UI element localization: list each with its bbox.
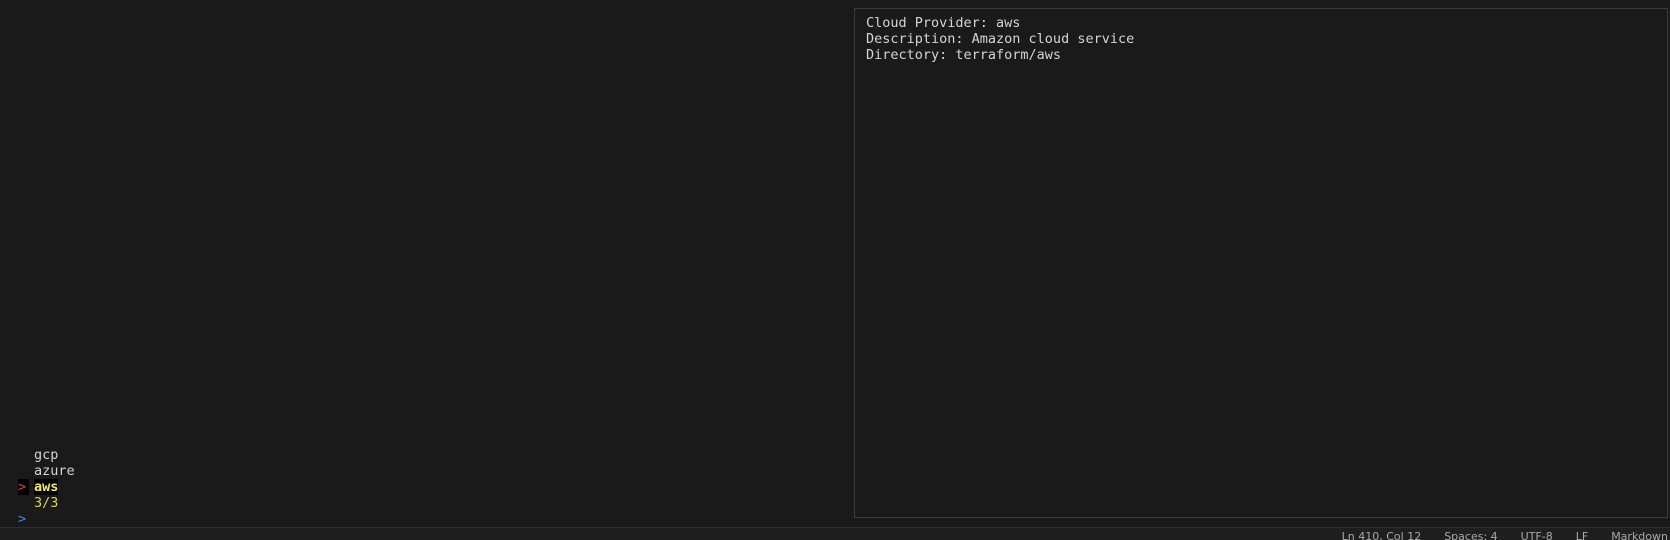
cursor-position[interactable]: Ln 410, Col 12: [1340, 531, 1424, 540]
preview-description-line: Description: Amazon cloud service: [866, 31, 1135, 47]
indentation-setting[interactable]: Spaces: 4: [1442, 531, 1499, 540]
language-mode[interactable]: Markdown: [1609, 531, 1670, 540]
match-count: 3/3: [34, 495, 59, 511]
list-item-aws-selected[interactable]: aws: [34, 479, 59, 495]
encoding-setting[interactable]: UTF-8: [1519, 531, 1555, 540]
preview-directory-line: Directory: terraform/aws: [866, 47, 1062, 63]
status-bar: Ln 410, Col 12 Spaces: 4 UTF-8 LF Markdo…: [0, 527, 1670, 540]
selection-pointer-icon: >: [18, 479, 30, 495]
eol-setting[interactable]: LF: [1574, 531, 1590, 540]
list-item-azure[interactable]: azure: [34, 463, 75, 479]
list-item-gcp[interactable]: gcp: [34, 447, 58, 463]
preview-provider-line: Cloud Provider: aws: [866, 15, 1021, 31]
preview-pane: Cloud Provider: aws Description: Amazon …: [854, 8, 1668, 518]
query-prompt-icon[interactable]: >: [18, 511, 26, 527]
terminal-window: Cloud Provider: aws Description: Amazon …: [0, 0, 1670, 527]
